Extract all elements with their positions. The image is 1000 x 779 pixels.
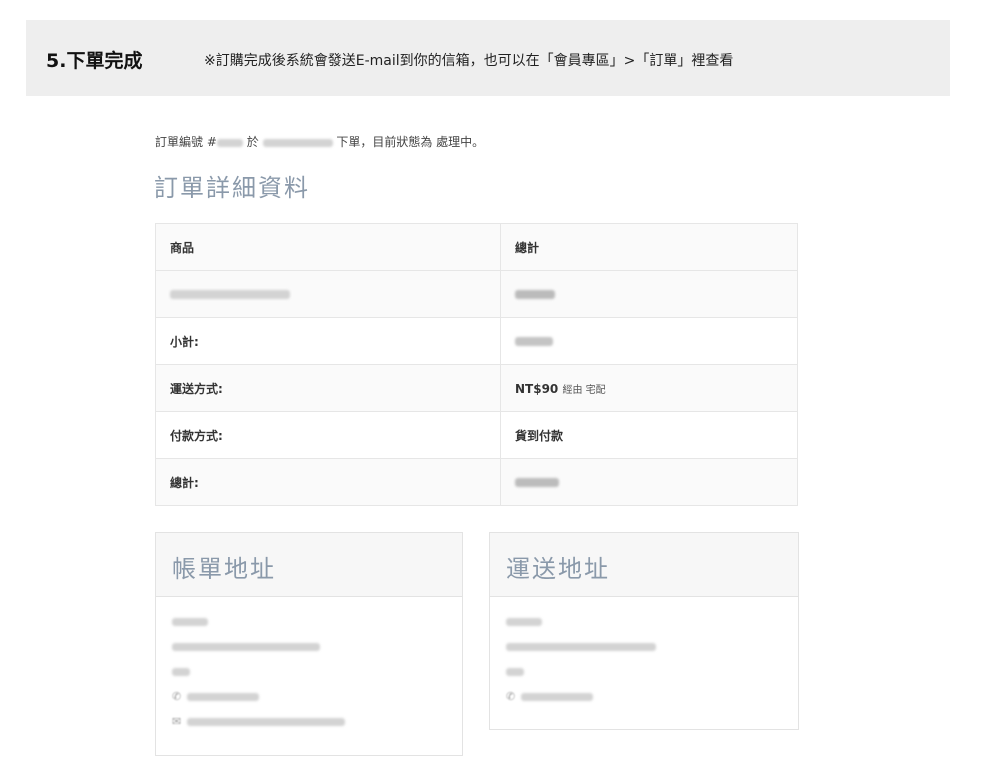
billing-address-lines: ✆ ✉ (156, 597, 462, 746)
table-row: 付款方式: 貨到付款 (155, 411, 798, 459)
payment-method: 貨到付款 (500, 411, 798, 459)
table-row: 總計: (155, 458, 798, 506)
billing-postcode-redacted (172, 659, 446, 684)
table-row: 運送方式: NT$90 經由 宅配 (155, 364, 798, 412)
order-details-title: 訂單詳細資料 (154, 174, 310, 202)
row-label: 付款方式: (155, 411, 501, 459)
step-banner: 5.下單完成 ※訂購完成後系統會發送E-mail到你的信箱，也可以在「會員專區」… (26, 20, 950, 96)
shipping-postcode-redacted (506, 659, 782, 684)
table-row: 小計: (155, 317, 798, 365)
billing-email-line: ✉ (172, 709, 446, 734)
shipping-value: NT$90 經由 宅配 (500, 364, 798, 412)
shipping-name-redacted (506, 609, 782, 634)
order-intro: 訂單編號 # 於 下單，目前狀態為 處理中。 (155, 133, 484, 150)
shipping-method: 經由 宅配 (562, 384, 606, 396)
shipping-phone-line: ✆ (506, 684, 782, 709)
phone-icon: ✆ (506, 690, 516, 703)
intro-at: 於 (242, 135, 263, 149)
billing-name-redacted (172, 609, 446, 634)
order-details-table: 商品 總計 小計: 運送方式: NT$90 經由 宅配 付款方式: 貨到付款 總… (155, 223, 798, 506)
shipping-street-redacted (506, 634, 782, 659)
shipping-address-lines: ✆ (490, 597, 798, 721)
product-cell-redacted (155, 270, 501, 318)
order-date-redacted (262, 138, 333, 147)
order-number-redacted (216, 138, 243, 147)
email-icon: ✉ (172, 715, 182, 728)
row-label: 總計: (155, 458, 501, 506)
shipping-address-title: 運送地址 (490, 533, 798, 597)
header-total: 總計 (500, 223, 798, 271)
billing-address-box: 帳單地址 ✆ ✉ (155, 532, 463, 756)
shipping-price: NT$90 (515, 381, 559, 396)
intro-end: 。 (472, 135, 485, 149)
billing-address-title: 帳單地址 (156, 533, 462, 597)
row-label: 小計: (155, 317, 501, 365)
intro-prefix: 訂單編號 # (155, 135, 217, 149)
row-label: 運送方式: (155, 364, 501, 412)
table-row (155, 270, 798, 318)
shipping-address-box: 運送地址 ✆ (489, 532, 799, 730)
subtotal-redacted (500, 317, 798, 365)
product-total-redacted (500, 270, 798, 318)
order-status: 處理中 (436, 135, 473, 149)
billing-phone-line: ✆ (172, 684, 446, 709)
step-note: ※訂購完成後系統會發送E-mail到你的信箱，也可以在「會員專區」>「訂單」裡查… (204, 53, 734, 69)
table-header-row: 商品 總計 (155, 223, 798, 271)
grand-total-redacted (500, 458, 798, 506)
billing-street-redacted (172, 634, 446, 659)
header-product: 商品 (155, 223, 501, 271)
intro-suffix: 下單，目前狀態為 (332, 135, 437, 149)
phone-icon: ✆ (172, 690, 182, 703)
step-title: 5.下單完成 (46, 50, 143, 72)
